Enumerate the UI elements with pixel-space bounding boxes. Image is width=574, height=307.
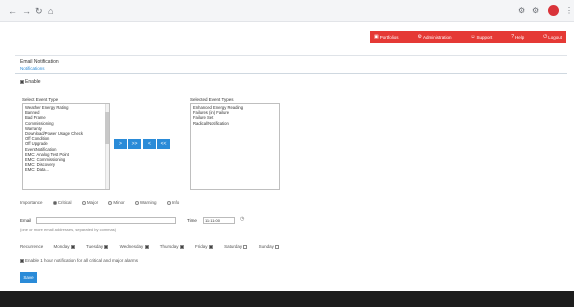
radio-button[interactable] [134,200,139,205]
day-label: Thursday [159,244,179,249]
breadcrumb-link[interactable]: Notifications [20,66,45,71]
importance-info[interactable]: Info [166,200,180,205]
reload-icon[interactable]: ↻ [35,6,43,16]
enable-label: Enable [25,79,41,85]
clock-icon[interactable]: ◷ [240,216,244,222]
nav-administration[interactable]: ⚙ Administration [417,34,451,40]
day-sunday[interactable]: Sunday [259,244,281,249]
nav-label: Administration [422,34,452,40]
day-label: Sunday [258,244,274,249]
day-checkbox[interactable] [144,244,149,249]
move-all-left-button[interactable]: << [157,139,170,149]
radio-button[interactable] [166,200,171,205]
select-event-type-label: Select Event Type [22,97,59,102]
time-label: Time [187,218,197,223]
logout-icon: ⏻ [543,34,548,40]
importance-critical[interactable]: Critical [52,200,72,205]
day-checkbox[interactable] [208,244,213,249]
browser-menu-icon[interactable]: ⋮ [565,6,573,16]
radio-button[interactable] [108,200,113,205]
recurrence-label: Recurrence [20,244,44,249]
day-thursday[interactable]: Thursday [160,244,185,249]
option-label: Minor [113,200,125,205]
support-icon: ☺ [470,34,476,40]
forward-icon[interactable]: → [22,6,31,16]
nav-support[interactable]: ☺ Support [470,34,492,40]
day-friday[interactable]: Friday [195,244,214,249]
portfolio-icon: ▣ [374,34,379,40]
available-event-types-list[interactable]: Weather Energy Rating Banned Bad Frame C… [22,103,110,190]
hourly-notification-checkbox[interactable] [20,258,24,263]
day-checkbox[interactable] [275,244,280,249]
option-label: Warning [139,200,157,205]
radio-button[interactable] [52,200,57,205]
divider [15,73,567,74]
browser-toolbar: ← → ↻ ⌂ ⚙ ⚙ ⋮ [0,0,574,22]
option-label: Info [171,200,180,205]
option-label: Major [86,200,99,205]
email-label: Email [20,218,32,223]
day-label: Monday [53,244,70,249]
day-label: Friday [195,244,208,249]
hourly-notification-label: Enable 1 hour notification for all criti… [25,258,139,263]
day-wednesday[interactable]: Wednesday [120,244,150,249]
extension-icon[interactable]: ⚙ [518,6,525,16]
email-field[interactable] [36,217,176,224]
enable-checkbox[interactable] [20,79,24,84]
importance-warning[interactable]: Warning [134,200,157,205]
list-item[interactable]: EMC: Data... [25,167,107,172]
day-checkbox[interactable] [243,244,248,249]
recurrence-row: Recurrence Monday Tuesday Wednesday Thur… [20,244,289,249]
nav-portfolios[interactable]: ▣ Portfolios [374,34,399,40]
day-label: Wednesday [119,244,144,249]
taskbar [0,291,574,307]
back-icon[interactable]: ← [8,6,17,16]
nav-help[interactable]: ? Help [511,34,524,40]
scroll-thumb[interactable] [105,112,109,144]
move-all-right-button[interactable]: >> [128,139,141,149]
day-checkbox[interactable] [70,244,75,249]
nav-label: Logout [548,34,562,40]
save-button[interactable]: Save [20,272,37,283]
day-saturday[interactable]: Saturday [224,244,248,249]
move-right-button[interactable]: > [114,139,127,149]
option-label: Critical [57,200,72,205]
hourly-notification-row[interactable]: Enable 1 hour notification for all criti… [20,258,138,263]
day-label: Saturday [224,244,243,249]
radio-button[interactable] [81,200,86,205]
day-monday[interactable]: Monday [54,244,76,249]
selected-event-types-label: Selected Event Types [190,97,234,102]
help-icon: ? [511,34,515,40]
profile-avatar[interactable] [548,5,559,16]
selected-event-types-list[interactable]: Enhanced Energy Reading Failures (in) Fa… [190,103,280,190]
nav-label: Support [476,34,493,40]
importance-major[interactable]: Major [81,200,99,205]
panel-title: Email Notification [20,59,59,65]
nav-logout[interactable]: ⏻ Logout [543,34,562,40]
importance-minor[interactable]: Minor [108,200,125,205]
importance-row: Importance Critical Major Minor Warning … [20,200,188,205]
day-checkbox[interactable] [104,244,109,249]
enable-checkbox-row[interactable]: Enable [20,79,41,85]
nav-label: Help [515,34,525,40]
nav-label: Portfolios [379,34,399,40]
day-checkbox[interactable] [179,244,184,249]
list-item[interactable]: Radical/Notification [193,121,277,126]
extension-icon[interactable]: ⚙ [532,6,539,16]
home-icon[interactable]: ⌂ [48,6,53,16]
day-label: Tuesday [85,244,104,249]
time-field[interactable]: 11:11:00 [203,217,235,224]
move-left-button[interactable]: < [143,139,156,149]
scrollbar[interactable] [105,104,109,189]
gear-icon: ⚙ [417,34,422,40]
day-tuesday[interactable]: Tuesday [86,244,109,249]
importance-label: Importance [20,200,43,205]
email-hint: (one or more email addresses, separated … [20,227,117,232]
top-nav-bar: ▣ Portfolios ⚙ Administration ☺ Support ? He… [370,31,566,43]
